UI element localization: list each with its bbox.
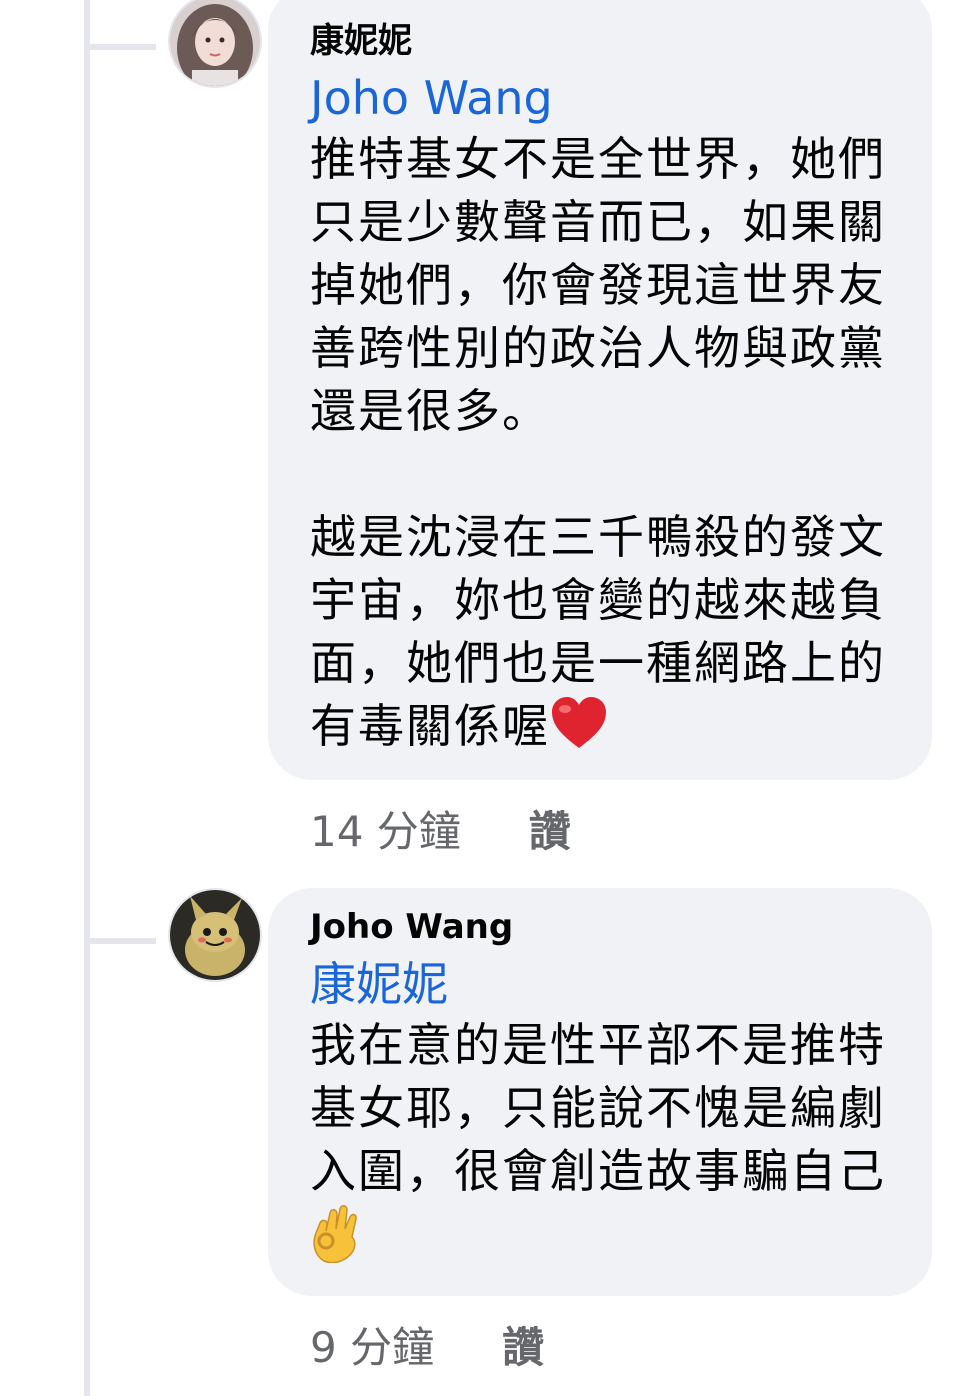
avatar[interactable] (168, 888, 262, 982)
comment-text-content: 推特基女不是全世界，她們只是少數聲音而已，如果關掉她們，你會發現這世界友善跨性別… (310, 132, 886, 753)
comment-timestamp[interactable]: 14 分鐘 (310, 804, 461, 860)
comment-text: 推特基女不是全世界，她們只是少數聲音而已，如果關掉她們，你會發現這世界友善跨性別… (310, 128, 900, 766)
like-button[interactable]: 讚 (502, 1320, 544, 1376)
comment-text: 我在意的是性平部不是推特基女耶，只能說不愧是編劇入圍，很會創造故事騙自己 (310, 1014, 900, 1279)
comment-bubble: 康妮妮 Joho Wang 推特基女不是全世界，她們只是少數聲音而已，如果關掉她… (268, 0, 932, 780)
mention-link[interactable]: 康妮妮 (310, 954, 900, 1014)
mimikyu-avatar-icon (170, 890, 260, 980)
comment-author[interactable]: Joho Wang (310, 904, 900, 950)
ok-hand-emoji-icon (310, 1203, 366, 1279)
comment-bubble: Joho Wang 康妮妮 我在意的是性平部不是推特基女耶，只能說不愧是編劇入圍… (268, 888, 932, 1296)
mention-link[interactable]: Joho Wang (310, 68, 900, 128)
comment-timestamp[interactable]: 9 分鐘 (310, 1320, 434, 1376)
user-photo-icon (170, 0, 260, 86)
reply-branch-line (90, 44, 156, 50)
thread-connector-line (84, 0, 90, 1396)
comment-meta: 9 分鐘 讚 (310, 1320, 544, 1376)
like-button[interactable]: 讚 (529, 804, 571, 860)
comment-text-content: 我在意的是性平部不是推特基女耶，只能說不愧是編劇入圍，很會創造故事騙自己 (310, 1018, 886, 1198)
comment-author[interactable]: 康妮妮 (310, 18, 900, 64)
comment-meta: 14 分鐘 讚 (310, 804, 571, 860)
reply-branch-line (90, 938, 156, 944)
heart-emoji-icon (550, 696, 608, 766)
avatar[interactable] (168, 0, 262, 88)
